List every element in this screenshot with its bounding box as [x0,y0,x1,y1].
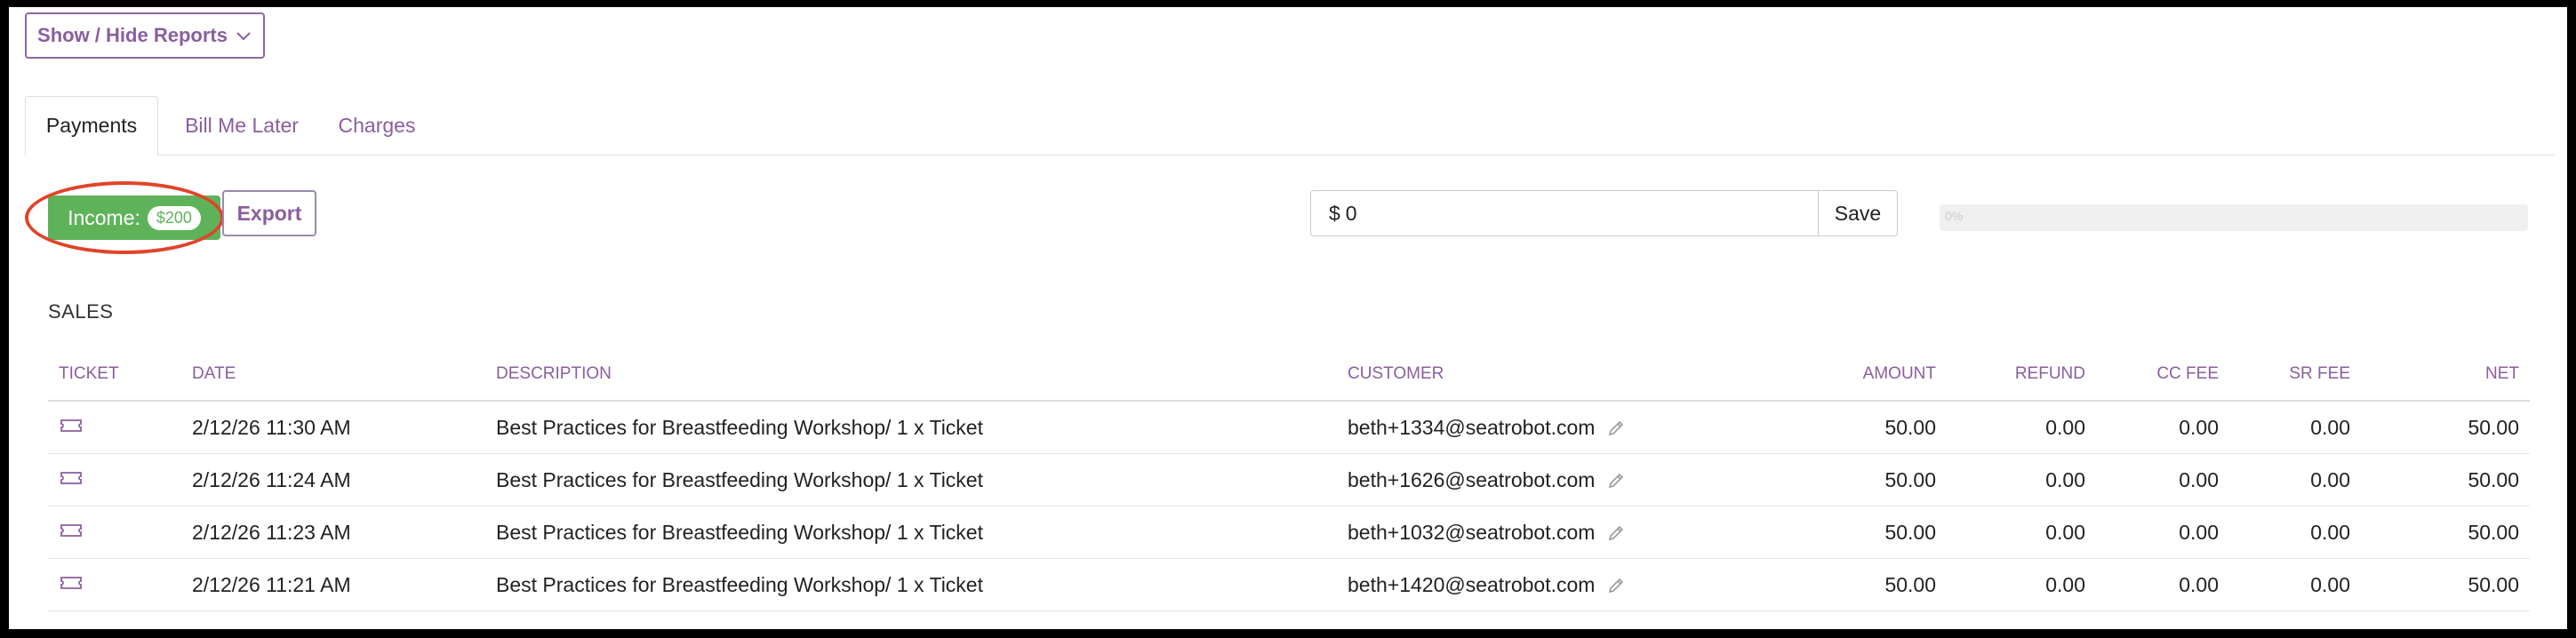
currency-prefix: $ [1329,201,1340,225]
net-cell: 50.00 [2361,401,2530,454]
column-header[interactable]: CC FEE [2096,348,2229,402]
customer-cell: beth+1032@seatrobot.com [1337,506,1781,559]
customer-cell: beth+1420@seatrobot.com [1337,558,1781,611]
ticket-cell[interactable] [48,506,181,559]
description-cell: Best Practices for Breastfeeding Worksho… [485,401,1337,454]
tab-charges-label: Charges [338,113,416,137]
ticket-cell[interactable] [48,401,181,454]
customer-cell: beth+1334@seatrobot.com [1337,401,1781,454]
report-tabs: Payments Bill Me Later Charges [25,96,2555,156]
amount-cell: 50.00 [1781,558,1947,611]
description-cell: Best Practices for Breastfeeding Worksho… [485,506,1337,559]
sr-fee-cell: 0.00 [2229,453,2361,506]
customer-email: beth+1032@seatrobot.com [1348,520,1596,544]
reports-panel: Show / Hide Reports Payments Bill Me Lat… [9,7,2567,629]
amount-cell: 50.00 [1781,506,1947,559]
table-row: 2/12/26 11:23 AM Best Practices for Brea… [48,506,2530,559]
chevron-down-icon [236,32,251,41]
refund-cell: 0.00 [1947,401,2096,454]
pencil-icon[interactable] [1606,576,1626,595]
amount-cell: 50.00 [1781,401,1947,454]
table-header-row: TICKET DATE DESCRIPTION CUSTOMER AMOUNT … [48,348,2530,402]
cc-fee-cell: 0.00 [2096,506,2229,559]
customer-email: beth+1334@seatrobot.com [1348,415,1596,439]
column-header[interactable]: REFUND [1947,348,2096,402]
refund-cell: 0.00 [1947,558,2096,611]
refund-cell: 0.00 [1947,453,2096,506]
show-hide-reports-button[interactable]: Show / Hide Reports [25,12,265,59]
pencil-icon[interactable] [1606,419,1626,438]
column-header[interactable]: TICKET [48,348,181,402]
ticket-icon[interactable] [59,469,84,487]
pencil-icon[interactable] [1606,523,1626,543]
column-header[interactable]: CUSTOMER [1337,348,1781,402]
sales-heading: SALES [48,300,114,323]
sales-table: TICKET DATE DESCRIPTION CUSTOMER AMOUNT … [48,348,2530,611]
amount-input[interactable]: $ 0 [1310,190,1819,236]
column-header[interactable]: DESCRIPTION [485,348,1337,402]
highlight-ring [25,181,224,254]
description-cell: Best Practices for Breastfeeding Worksho… [485,558,1337,611]
tab-bill-me-later-label: Bill Me Later [185,113,299,137]
ticket-icon[interactable] [59,522,84,539]
progress-bar: 0% [1940,204,2528,231]
column-header[interactable]: NET [2361,348,2530,402]
save-button[interactable]: Save [1818,190,1898,236]
show-hide-reports-label: Show / Hide Reports [37,24,228,46]
tab-payments[interactable]: Payments [25,96,158,156]
description-cell: Best Practices for Breastfeeding Worksho… [485,453,1337,506]
cc-fee-cell: 0.00 [2096,401,2229,454]
net-cell: 50.00 [2361,558,2530,611]
ticket-cell[interactable] [48,558,181,611]
cc-fee-cell: 0.00 [2096,453,2229,506]
tab-bill-me-later[interactable]: Bill Me Later [180,96,304,155]
table-row: 2/12/26 11:21 AM Best Practices for Brea… [48,558,2530,611]
refund-cell: 0.00 [1947,506,2096,559]
net-cell: 50.00 [2361,506,2530,559]
progress-label: 0% [1945,209,1964,223]
table-row: 2/12/26 11:30 AM Best Practices for Brea… [48,401,2530,454]
tab-charges[interactable]: Charges [332,96,421,155]
ticket-icon[interactable] [59,417,84,435]
date-cell: 2/12/26 11:24 AM [181,453,485,506]
customer-email: beth+1626@seatrobot.com [1348,467,1596,491]
cc-fee-cell: 0.00 [2096,558,2229,611]
sr-fee-cell: 0.00 [2229,506,2361,559]
column-header[interactable]: DATE [181,348,485,402]
amount-value: 0 [1345,201,1357,225]
tab-payments-label: Payments [45,114,138,137]
date-cell: 2/12/26 11:21 AM [181,558,485,611]
column-header[interactable]: AMOUNT [1781,348,1947,402]
sr-fee-cell: 0.00 [2229,558,2361,611]
table-row: 2/12/26 11:24 AM Best Practices for Brea… [48,453,2530,506]
ticket-icon[interactable] [59,574,84,592]
date-cell: 2/12/26 11:30 AM [181,401,485,454]
net-cell: 50.00 [2361,453,2530,506]
amount-cell: 50.00 [1781,453,1947,506]
date-cell: 2/12/26 11:23 AM [181,506,485,559]
customer-cell: beth+1626@seatrobot.com [1337,453,1781,506]
ticket-cell[interactable] [48,453,181,506]
sr-fee-cell: 0.00 [2229,401,2361,454]
column-header[interactable]: SR FEE [2229,348,2361,402]
export-button[interactable]: Export [222,190,316,236]
income-highlight: Income: $200 [25,181,224,254]
pencil-icon[interactable] [1606,471,1626,490]
customer-email: beth+1420@seatrobot.com [1348,572,1596,596]
